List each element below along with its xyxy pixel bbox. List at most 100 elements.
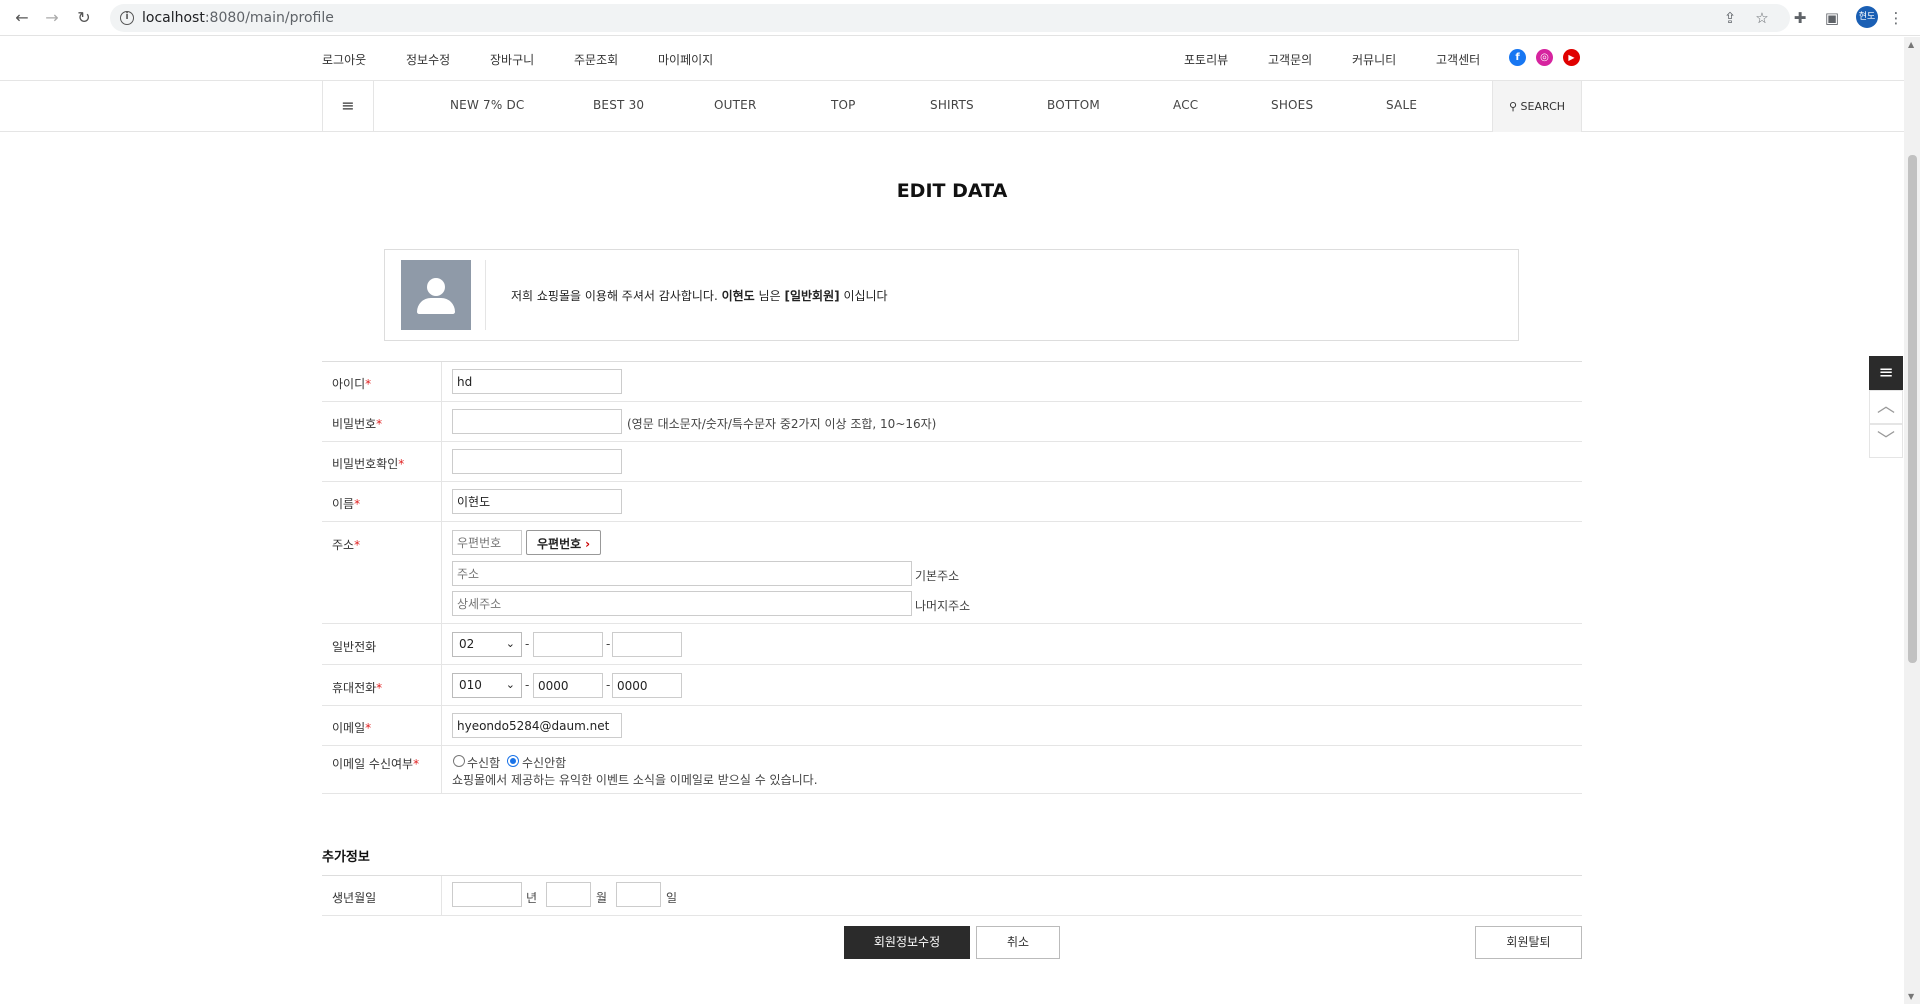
edit-info-link[interactable]: 정보수정 bbox=[406, 51, 450, 68]
required-mark: * bbox=[413, 757, 420, 771]
scroll-up-arrow-icon[interactable]: ▲ bbox=[1908, 40, 1914, 49]
top-utility-bar: 로그아웃 정보수정 장바구니 주문조회 마이페이지 포토리뷰 고객문의 커뮤니티… bbox=[0, 37, 1904, 81]
zipcode-search-button[interactable]: 우편번호 › bbox=[526, 530, 602, 555]
order-lookup-link[interactable]: 주문조회 bbox=[574, 51, 618, 68]
facebook-icon[interactable]: f bbox=[1509, 49, 1526, 66]
page-scrollbar[interactable]: ▲ ▼ bbox=[1904, 37, 1920, 1004]
row-email-optin: 이메일 수신여부* 수신함 수신안함 쇼핑몰에서 제공하는 유익한 이벤트 소식… bbox=[322, 746, 1582, 794]
cancel-button[interactable]: 취소 bbox=[976, 926, 1060, 959]
detail-address-hint: 나머지주소 bbox=[915, 599, 971, 613]
address-input[interactable] bbox=[452, 561, 912, 586]
category-best[interactable]: BEST 30 bbox=[593, 98, 644, 112]
phone-last-input[interactable] bbox=[612, 632, 682, 657]
month-unit: 월 bbox=[596, 891, 608, 905]
hamburger-menu-icon[interactable]: ≡ bbox=[322, 81, 374, 132]
zipcode-input[interactable] bbox=[452, 530, 522, 555]
url-text[interactable]: localhost:8080/main/profile bbox=[142, 10, 334, 26]
year-unit: 년 bbox=[526, 891, 538, 905]
category-outer[interactable]: OUTER bbox=[714, 98, 756, 112]
search-button[interactable]: ⚲ SEARCH bbox=[1492, 81, 1582, 132]
scroll-top-icon[interactable]: ︿ bbox=[1869, 390, 1903, 424]
quick-menu-icon[interactable]: ≡ bbox=[1869, 356, 1903, 390]
cart-link[interactable]: 장바구니 bbox=[490, 51, 534, 68]
password-input[interactable] bbox=[452, 409, 622, 434]
mobile-prefix-select[interactable]: 010 ⌄ bbox=[452, 673, 522, 698]
optin-yes-radio[interactable] bbox=[453, 755, 465, 767]
forward-icon[interactable]: → bbox=[42, 8, 62, 28]
profile-avatar[interactable]: 현도 bbox=[1856, 6, 1878, 28]
more-menu-icon[interactable]: ⋮ bbox=[1886, 8, 1906, 28]
submit-profile-button[interactable]: 회원정보수정 bbox=[844, 926, 970, 959]
phone-label: 일반전화 bbox=[322, 624, 442, 664]
category-sale[interactable]: SALE bbox=[1386, 98, 1417, 112]
community-link[interactable]: 커뮤니티 bbox=[1352, 51, 1396, 68]
email-input[interactable] bbox=[452, 713, 622, 738]
email-label: 이메일* bbox=[322, 706, 442, 745]
extra-info-form: 생년월일 년 월 일 bbox=[322, 875, 1582, 916]
back-icon[interactable]: ← bbox=[12, 8, 32, 28]
phone-middle-input[interactable] bbox=[533, 632, 603, 657]
mobile-last-input[interactable] bbox=[612, 673, 682, 698]
birthdate-label: 생년월일 bbox=[322, 876, 442, 915]
name-input[interactable] bbox=[452, 489, 622, 514]
required-mark: * bbox=[376, 681, 383, 695]
mobile-middle-input[interactable] bbox=[533, 673, 603, 698]
extensions-icon[interactable]: ✚ bbox=[1790, 8, 1810, 28]
birth-year-input[interactable] bbox=[452, 882, 522, 907]
category-shoes[interactable]: SHOES bbox=[1271, 98, 1313, 112]
address-label-text: 주소 bbox=[332, 538, 355, 552]
email-optin-label: 이메일 수신여부* bbox=[322, 746, 442, 793]
row-name: 이름* bbox=[322, 482, 1582, 522]
address-bar[interactable]: i localhost:8080/main/profile bbox=[110, 4, 1790, 32]
reload-icon[interactable]: ↻ bbox=[74, 8, 94, 28]
id-label-text: 아이디 bbox=[332, 377, 366, 391]
name-label-text: 이름 bbox=[332, 497, 355, 511]
category-top[interactable]: TOP bbox=[831, 98, 856, 112]
mobile-label-text: 휴대전화 bbox=[332, 681, 377, 695]
password-confirm-label-text: 비밀번호확인 bbox=[332, 457, 399, 471]
optin-no-label[interactable]: 수신안함 bbox=[522, 754, 566, 771]
scroll-down-arrow-icon[interactable]: ▼ bbox=[1908, 992, 1914, 1001]
birthdate-label-text: 생년월일 bbox=[332, 891, 377, 905]
birth-day-input[interactable] bbox=[616, 882, 661, 907]
mypage-link[interactable]: 마이페이지 bbox=[658, 51, 713, 68]
welcome-middle: 님은 bbox=[758, 289, 781, 303]
welcome-prefix: 저희 쇼핑몰을 이용해 주셔서 감사합니다. bbox=[511, 289, 718, 303]
instagram-icon[interactable]: ◎ bbox=[1536, 49, 1553, 66]
side-panel-icon[interactable]: ▣ bbox=[1822, 8, 1842, 28]
scroll-thumb[interactable] bbox=[1908, 155, 1917, 663]
row-birthdate: 생년월일 년 월 일 bbox=[322, 876, 1582, 916]
row-address: 주소* 우편번호› 기본주소 나머지주소 bbox=[322, 522, 1582, 624]
logout-link[interactable]: 로그아웃 bbox=[322, 51, 366, 68]
dash: - bbox=[606, 637, 611, 651]
youtube-icon[interactable]: ▶ bbox=[1563, 49, 1580, 66]
detail-address-input[interactable] bbox=[452, 591, 912, 616]
password-hint: (영문 대소문자/숫자/특수문자 중2가지 이상 조합, 10~16자) bbox=[627, 417, 937, 431]
welcome-message: 저희 쇼핑몰을 이용해 주셔서 감사합니다. 이현도 님은 [일반회원] 이십니… bbox=[511, 287, 888, 304]
category-shirts[interactable]: SHIRTS bbox=[930, 98, 974, 112]
site-info-icon[interactable]: i bbox=[120, 11, 134, 25]
optin-no-radio[interactable] bbox=[507, 755, 519, 767]
phone-area-select[interactable]: 02 ⌄ bbox=[452, 632, 522, 657]
customer-inquiry-link[interactable]: 고객문의 bbox=[1268, 51, 1312, 68]
day-unit: 일 bbox=[666, 891, 678, 905]
category-new[interactable]: NEW 7% DC bbox=[450, 98, 525, 112]
customer-center-link[interactable]: 고객센터 bbox=[1436, 51, 1480, 68]
share-icon[interactable]: ⇪ bbox=[1720, 8, 1740, 28]
birth-month-input[interactable] bbox=[546, 882, 591, 907]
required-mark: * bbox=[376, 417, 383, 431]
password-confirm-input[interactable] bbox=[452, 449, 622, 474]
zipcode-button-label: 우편번호 bbox=[537, 537, 582, 551]
optin-note: 쇼핑몰에서 제공하는 유익한 이벤트 소식을 이메일로 받으실 수 있습니다. bbox=[452, 773, 818, 787]
category-acc[interactable]: ACC bbox=[1173, 98, 1198, 112]
category-bottom[interactable]: BOTTOM bbox=[1047, 98, 1100, 112]
page-title: EDIT DATA bbox=[896, 180, 1008, 202]
dash: - bbox=[606, 678, 611, 692]
password-label: 비밀번호* bbox=[322, 402, 442, 441]
optin-yes-label[interactable]: 수신함 bbox=[467, 754, 500, 771]
scroll-bottom-icon[interactable]: ﹀ bbox=[1869, 424, 1903, 458]
withdraw-button[interactable]: 회원탈퇴 bbox=[1475, 926, 1582, 959]
id-input[interactable] bbox=[452, 369, 622, 394]
photo-review-link[interactable]: 포토리뷰 bbox=[1184, 51, 1228, 68]
bookmark-star-icon[interactable]: ☆ bbox=[1752, 8, 1772, 28]
